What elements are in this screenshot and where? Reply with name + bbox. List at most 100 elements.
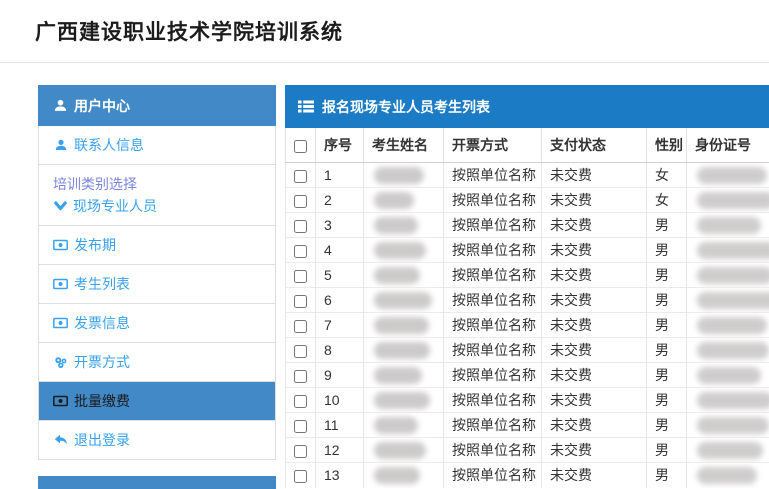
- cell-no: 1: [316, 163, 364, 188]
- cell-pay-status: 未交费: [542, 338, 647, 363]
- cell-gender: 男: [647, 238, 687, 263]
- cell-no: 12: [316, 438, 364, 463]
- content-area: 用户中心 联系人信息 培训类别选择 现场专业人员: [0, 63, 769, 489]
- redacted-id-number: [697, 392, 769, 409]
- redacted-name: [374, 317, 429, 334]
- cell-pay-status: 未交费: [542, 388, 647, 413]
- redacted-name: [374, 417, 418, 434]
- table-row: 8 按照单位名称 未交费 男 .: [286, 338, 769, 363]
- redacted-id-number: [697, 267, 769, 284]
- table-row: 11 按照单位名称 未交费 男 .: [286, 413, 769, 438]
- sidebar-item-label: 批量缴费: [74, 391, 130, 411]
- sidebar-menu: 联系人信息 培训类别选择 现场专业人员 发布期: [38, 126, 276, 460]
- redacted-name: [374, 167, 424, 184]
- row-checkbox[interactable]: [294, 445, 307, 458]
- redacted-id-number: [697, 317, 767, 334]
- redacted-name: [374, 217, 418, 234]
- money-icon: [53, 278, 68, 290]
- table-row: 13 按照单位名称 未交费 男: [286, 463, 769, 488]
- user-icon: [53, 139, 68, 151]
- col-header-pay-status: 支付状态: [542, 128, 647, 163]
- cell-pay-status: 未交费: [542, 413, 647, 438]
- cell-invoice-method: 按照单位名称: [444, 288, 542, 313]
- row-checkbox[interactable]: [294, 420, 307, 433]
- row-checkbox[interactable]: [294, 220, 307, 233]
- table-row: 10 按照单位名称 未交费 男: [286, 388, 769, 413]
- candidate-table: 序号 考生姓名 开票方式 支付状态 性别 身份证号 1 按照单位名称 未交费 女: [285, 128, 769, 488]
- row-checkbox[interactable]: [294, 395, 307, 408]
- cell-no: 10: [316, 388, 364, 413]
- row-checkbox[interactable]: [294, 245, 307, 258]
- row-checkbox[interactable]: [294, 170, 307, 183]
- redacted-name: [374, 367, 422, 384]
- sidebar-item-batch-payment[interactable]: 批量缴费: [39, 382, 275, 421]
- sidebar-item-logout[interactable]: 退出登录: [39, 421, 275, 459]
- cell-gender: 男: [647, 288, 687, 313]
- row-checkbox[interactable]: [294, 195, 307, 208]
- cell-pay-status: 未交费: [542, 463, 647, 488]
- cell-gender: 男: [647, 213, 687, 238]
- redacted-id-number: [697, 367, 761, 384]
- redacted-name: [374, 267, 420, 284]
- cell-no: 4: [316, 238, 364, 263]
- col-header-id-number: 身份证号: [687, 128, 769, 163]
- redacted-name: [374, 342, 430, 359]
- sidebar-item-contact-info[interactable]: 联系人信息: [39, 126, 275, 165]
- col-header-gender: 性别: [647, 128, 687, 163]
- cell-invoice-method: 按照单位名称: [444, 163, 542, 188]
- cell-gender: 女: [647, 188, 687, 213]
- category-current-selection[interactable]: 现场专业人员: [53, 196, 261, 216]
- select-all-checkbox[interactable]: [294, 140, 307, 153]
- header-checkbox-cell: [286, 128, 316, 163]
- cell-invoice-method: 按照单位名称: [444, 363, 542, 388]
- cell-invoice-method: 按照单位名称: [444, 338, 542, 363]
- table-row: 3 按照单位名称 未交费 男: [286, 213, 769, 238]
- row-checkbox[interactable]: [294, 270, 307, 283]
- money-icon: [53, 239, 68, 251]
- cell-pay-status: 未交费: [542, 238, 647, 263]
- sidebar-item-release-period[interactable]: 发布期: [39, 226, 275, 265]
- cell-no: 13: [316, 463, 364, 488]
- redacted-name: [374, 242, 426, 259]
- table-row: 5 按照单位名称 未交费 男 ...: [286, 263, 769, 288]
- cell-invoice-method: 按照单位名称: [444, 438, 542, 463]
- chevron-down-icon: [53, 201, 68, 211]
- row-checkbox[interactable]: [294, 295, 307, 308]
- cell-invoice-method: 按照单位名称: [444, 463, 542, 488]
- cell-gender: 男: [647, 413, 687, 438]
- cell-no: 3: [316, 213, 364, 238]
- redacted-id-number: [697, 192, 769, 209]
- col-header-no: 序号: [316, 128, 364, 163]
- cell-pay-status: 未交费: [542, 263, 647, 288]
- cell-gender: 男: [647, 438, 687, 463]
- redacted-id-number: [697, 167, 767, 184]
- cell-invoice-method: 按照单位名称: [444, 388, 542, 413]
- sidebar-item-training-category[interactable]: 培训类别选择 现场专业人员: [39, 165, 275, 226]
- row-checkbox[interactable]: [294, 320, 307, 333]
- sidebar-item-candidate-list[interactable]: 考生列表: [39, 265, 275, 304]
- row-checkbox[interactable]: [294, 470, 307, 483]
- sidebar-second-panel-header: [38, 476, 276, 489]
- cell-invoice-method: 按照单位名称: [444, 213, 542, 238]
- table-row: 12 按照单位名称 未交费 男: [286, 438, 769, 463]
- sidebar-header-label: 用户中心: [74, 96, 130, 116]
- cogs-icon: [53, 356, 68, 369]
- sidebar-item-label: 发布期: [74, 235, 116, 255]
- cell-invoice-method: 按照单位名称: [444, 188, 542, 213]
- row-checkbox[interactable]: [294, 370, 307, 383]
- sidebar-item-invoice-info[interactable]: 发票信息: [39, 304, 275, 343]
- cell-no: 9: [316, 363, 364, 388]
- cell-no: 2: [316, 188, 364, 213]
- row-checkbox[interactable]: [294, 345, 307, 358]
- cell-no: 11: [316, 413, 364, 438]
- redacted-id-number: [697, 242, 769, 259]
- cell-pay-status: 未交费: [542, 288, 647, 313]
- redacted-id-number: [697, 292, 769, 309]
- sidebar-item-label: 发票信息: [74, 313, 130, 333]
- redacted-name: [374, 467, 420, 484]
- sidebar-item-invoicing-method[interactable]: 开票方式: [39, 343, 275, 382]
- cell-gender: 男: [647, 463, 687, 488]
- col-header-name: 考生姓名: [364, 128, 444, 163]
- category-label: 培训类别选择: [53, 174, 261, 194]
- redacted-name: [374, 292, 432, 309]
